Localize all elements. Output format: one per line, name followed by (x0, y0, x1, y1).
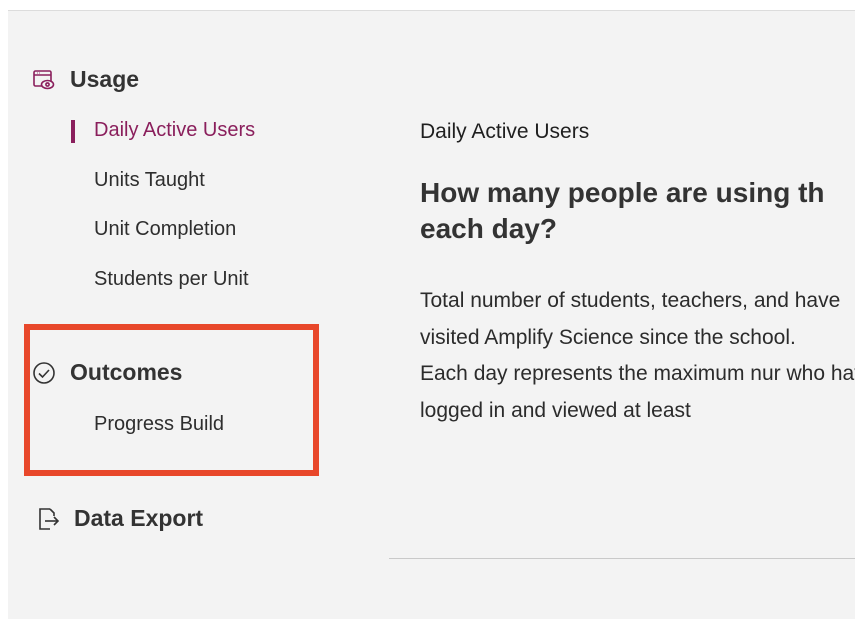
check-circle-icon (32, 361, 56, 385)
dashboard-panel: Usage Daily Active Users Units Taught Un… (8, 10, 855, 619)
page-description: Total number of students, teachers, and … (420, 283, 855, 429)
data-export-section-header[interactable]: Data Export (36, 505, 203, 532)
usage-section-title: Usage (70, 66, 140, 92)
outcomes-section-header[interactable]: Outcomes (32, 359, 182, 386)
export-icon (36, 507, 60, 531)
sidebar-item-units-taught[interactable]: Units Taught (94, 169, 205, 192)
highlight-box (24, 324, 319, 476)
sidebar-item-progress-build[interactable]: Progress Build (94, 413, 224, 436)
sidebar-item-students-per-unit[interactable]: Students per Unit (94, 268, 249, 291)
page-kicker: Daily Active Users (420, 120, 590, 143)
page-heading: How many people are using th each day? (420, 177, 825, 244)
outcomes-section-title: Outcomes (70, 359, 183, 385)
description-paragraph: Each day represents the maximum nur who … (420, 362, 855, 422)
usage-section-header[interactable]: Usage (32, 66, 139, 93)
chart-window-eye-icon (32, 68, 56, 92)
sidebar-item-daily-active-users[interactable]: Daily Active Users (94, 119, 255, 142)
sidebar-item-unit-completion[interactable]: Unit Completion (94, 218, 236, 241)
content-divider (389, 558, 855, 559)
description-paragraph: Total number of students, teachers, and … (420, 289, 841, 349)
data-export-section-title: Data Export (74, 505, 204, 531)
active-indicator (71, 120, 75, 143)
